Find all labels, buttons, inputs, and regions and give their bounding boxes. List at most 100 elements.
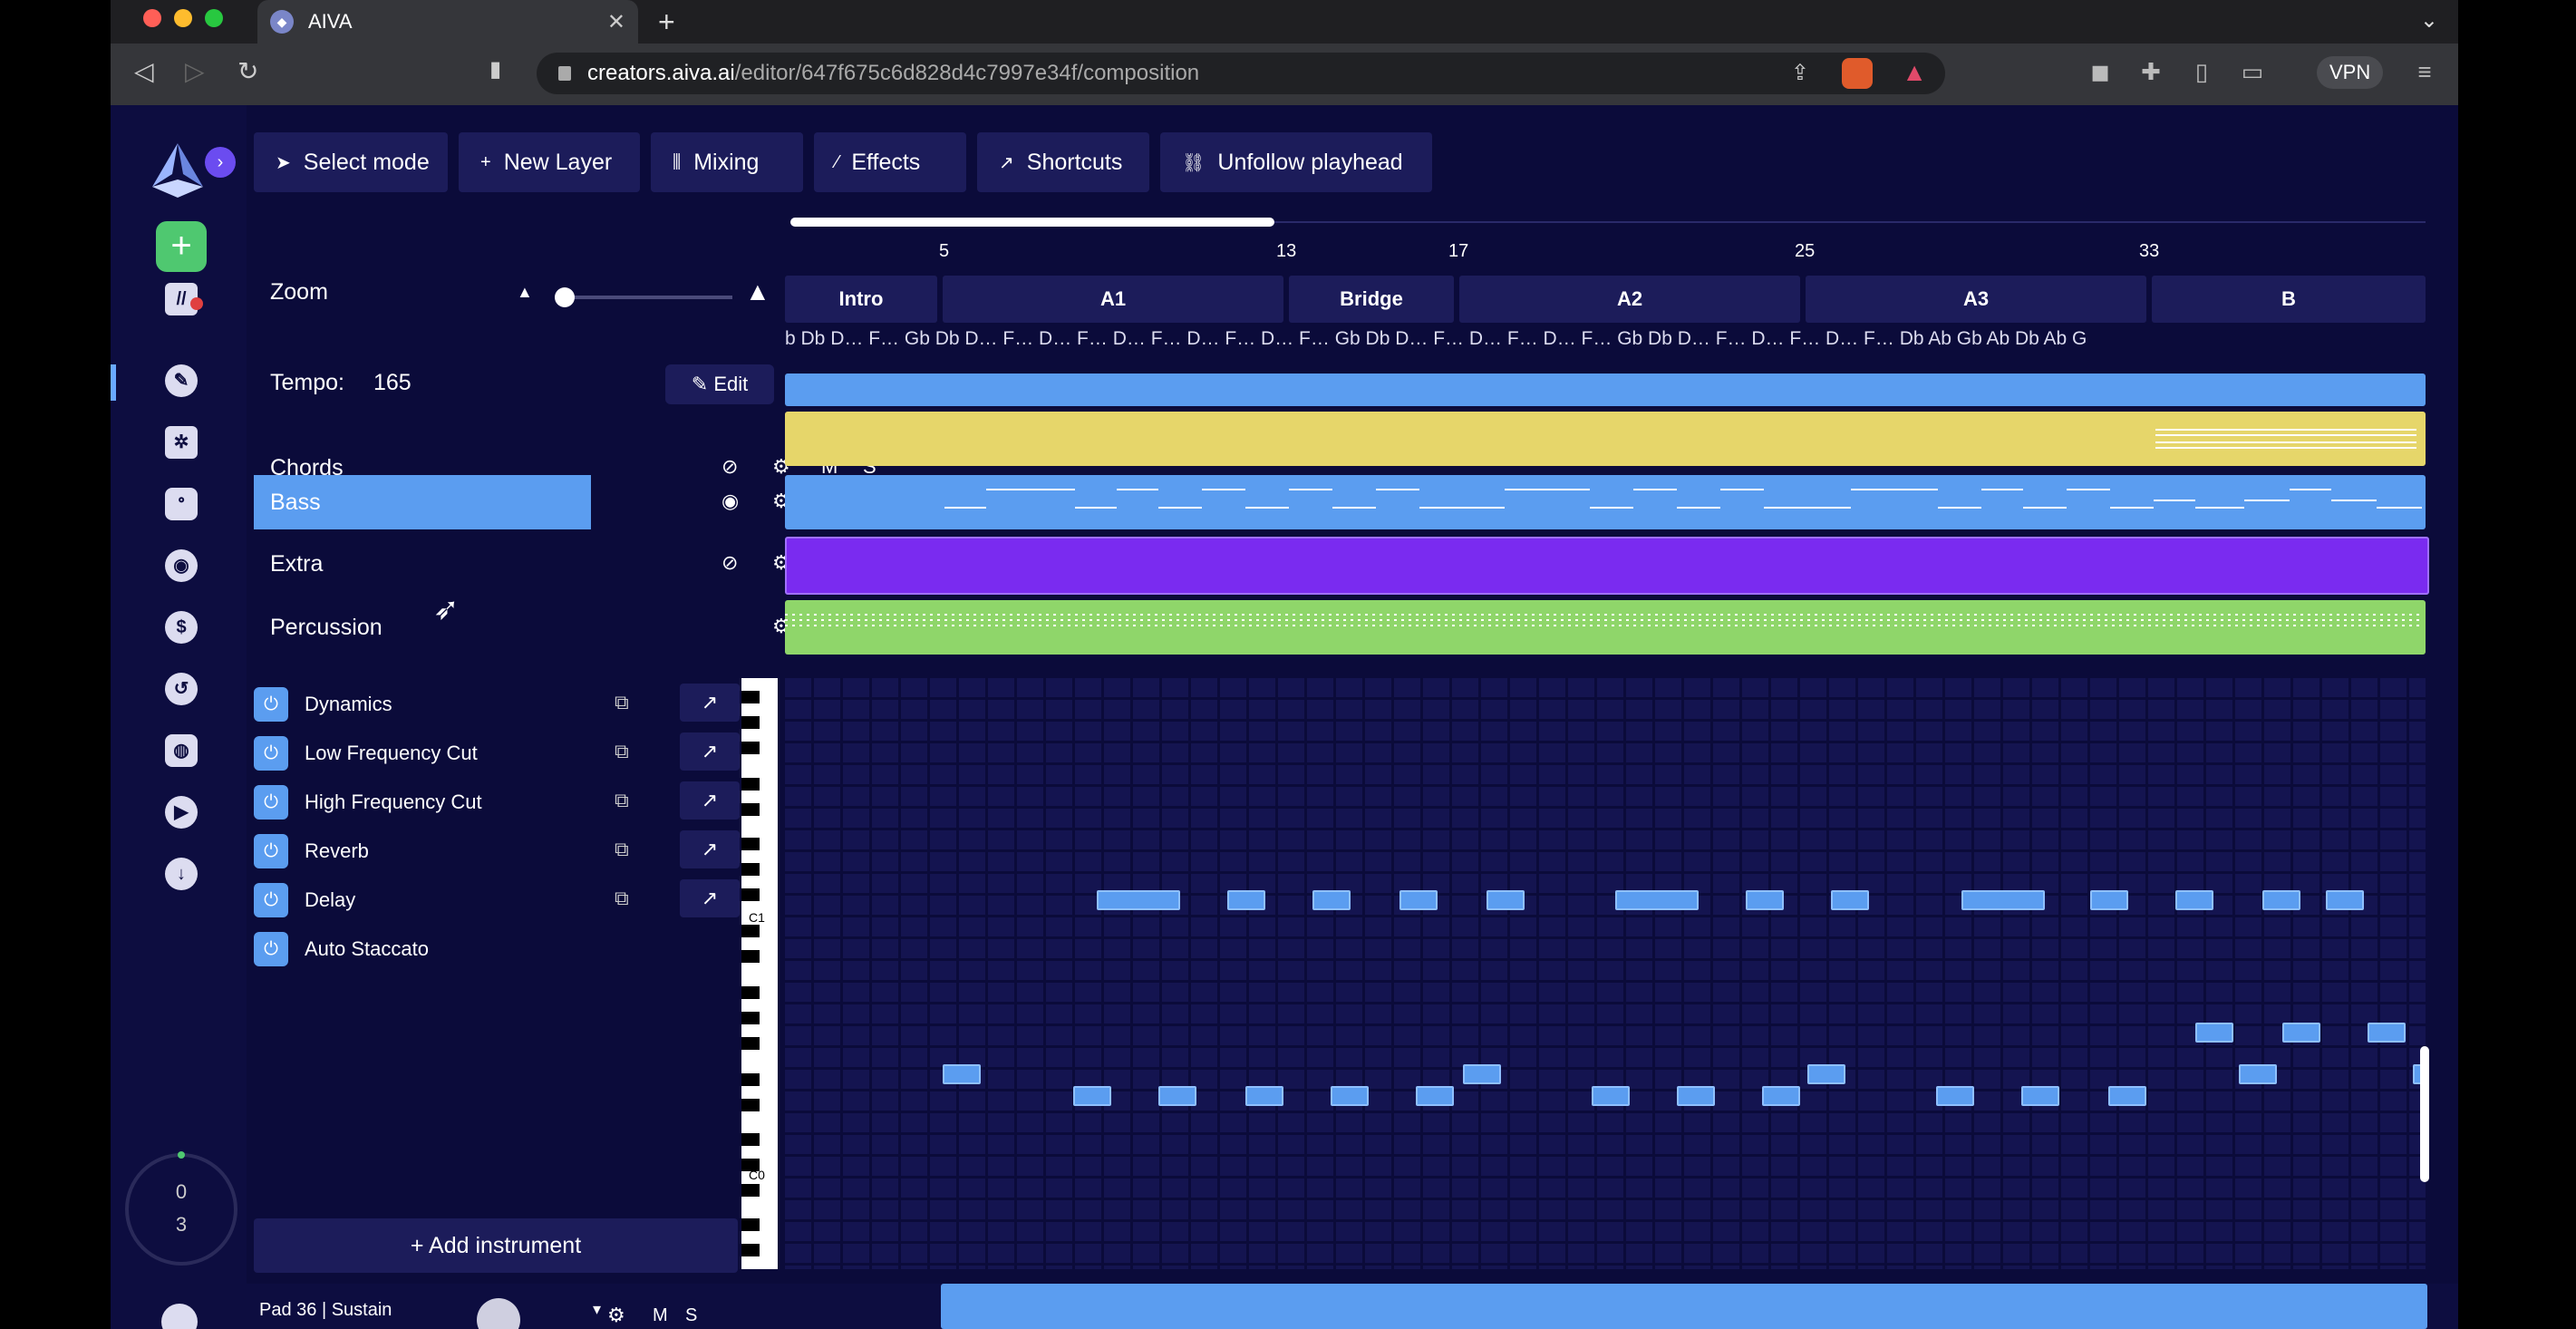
share-icon[interactable]: ⇪ xyxy=(1791,60,1809,86)
select-mode-button[interactable]: ➤ Select mode xyxy=(254,132,448,192)
note[interactable] xyxy=(2021,1086,2059,1106)
note[interactable] xyxy=(1487,890,1525,910)
section-b[interactable]: B xyxy=(2152,276,2426,323)
effect-reverb[interactable]: ⏻ Reverb ⧉ ↗ xyxy=(254,827,761,872)
note[interactable] xyxy=(2175,890,2213,910)
wallet-icon[interactable]: ▭ xyxy=(2239,58,2266,85)
note[interactable] xyxy=(1936,1086,1974,1106)
note[interactable] xyxy=(2326,890,2364,910)
master-lane[interactable] xyxy=(785,373,2426,406)
power-icon[interactable]: ⏻ xyxy=(254,687,288,722)
gear-icon[interactable]: ⚙ xyxy=(607,1304,625,1327)
chevron-down-icon[interactable]: ▾ xyxy=(593,1300,601,1319)
mixing-button[interactable]: ⫼ Mixing xyxy=(651,132,803,192)
note[interactable] xyxy=(1073,1086,1111,1106)
note[interactable] xyxy=(1158,1086,1196,1106)
zoom-out-icon[interactable]: ▲ xyxy=(517,283,533,302)
note[interactable] xyxy=(2368,1023,2406,1043)
copy-icon[interactable]: ⧉ xyxy=(615,887,629,910)
eye-icon[interactable]: ◉ xyxy=(721,490,739,513)
note[interactable] xyxy=(2282,1023,2320,1043)
lane-extra[interactable] xyxy=(785,537,2429,595)
effect-high-frequency-cut[interactable]: ⏻ High Frequency Cut ⧉ ↗ xyxy=(254,778,761,823)
instrument-preset-select[interactable]: Pad 36 | Sustain xyxy=(259,1300,392,1321)
note[interactable] xyxy=(2108,1086,2146,1106)
zoom-slider-track[interactable] xyxy=(558,296,732,299)
automation-icon[interactable]: ↗ xyxy=(680,684,740,722)
section-a3[interactable]: A3 xyxy=(1806,276,2146,323)
note[interactable] xyxy=(1807,1064,1845,1084)
close-window-button[interactable] xyxy=(143,9,161,27)
bookmark-icon[interactable]: ▮ xyxy=(489,56,501,82)
new-tab-icon[interactable]: + xyxy=(658,5,675,39)
zoom-in-icon[interactable]: ▲ xyxy=(745,277,770,306)
section-bridge[interactable]: Bridge xyxy=(1289,276,1454,323)
lane-percussion[interactable] xyxy=(785,600,2426,655)
note[interactable] xyxy=(2262,890,2300,910)
vertical-scroll-thumb[interactable] xyxy=(2420,1046,2429,1182)
new-layer-button[interactable]: + New Layer xyxy=(459,132,640,192)
history-icon[interactable]: ↺ xyxy=(165,673,198,705)
volume-knob[interactable] xyxy=(477,1298,520,1329)
copy-icon[interactable]: ⧉ xyxy=(615,838,629,861)
tutorial-icon[interactable]: ▶ xyxy=(165,796,198,829)
pricing-icon[interactable]: $ xyxy=(165,611,198,644)
automation-icon[interactable]: ↗ xyxy=(680,879,740,917)
track-percussion[interactable]: Percussion ⚙ M S xyxy=(254,600,876,655)
power-icon[interactable]: ⏻ xyxy=(254,834,288,868)
automation-icon[interactable]: ↗ xyxy=(680,781,740,820)
new-composition-button[interactable]: + xyxy=(156,221,207,272)
influences-icon[interactable]: ᐤ xyxy=(165,488,198,520)
radio-icon[interactable]: ◉ xyxy=(165,549,198,582)
add-instrument-button[interactable]: + Add instrument xyxy=(254,1218,738,1273)
solo-button[interactable]: S xyxy=(685,1305,697,1326)
note[interactable] xyxy=(1245,1086,1283,1106)
power-icon[interactable]: ⏻ xyxy=(254,883,288,917)
download-icon[interactable]: ↓ xyxy=(165,858,198,890)
note[interactable] xyxy=(1831,890,1869,910)
maximize-window-button[interactable] xyxy=(205,9,223,27)
vpn-button[interactable]: VPN xyxy=(2317,56,2384,89)
note[interactable] xyxy=(1592,1086,1630,1106)
note[interactable] xyxy=(1227,890,1265,910)
zoom-slider-thumb[interactable] xyxy=(555,287,575,307)
note[interactable] xyxy=(2195,1023,2233,1043)
note[interactable] xyxy=(2239,1064,2277,1084)
effect-dynamics[interactable]: ⏻ Dynamics ⧉ ↗ xyxy=(254,680,761,725)
effect-auto-staccato[interactable]: ⏻ Auto Staccato xyxy=(254,925,761,970)
sidebar-icon[interactable]: ▯ xyxy=(2188,58,2215,85)
browser-tab[interactable]: ◆ AIVA ✕ xyxy=(257,0,638,44)
automation-icon[interactable]: ↗ xyxy=(680,732,740,771)
note[interactable] xyxy=(1312,890,1351,910)
url-field[interactable]: creators.aiva.ai/editor/647f675c6d828d4c… xyxy=(537,53,1945,94)
discord-icon[interactable]: ◍ xyxy=(165,734,198,767)
note[interactable] xyxy=(1463,1064,1501,1084)
section-a2[interactable]: A2 xyxy=(1459,276,1800,323)
note[interactable] xyxy=(1746,890,1784,910)
copy-icon[interactable]: ⧉ xyxy=(615,691,629,714)
back-icon[interactable]: ◁ xyxy=(134,56,154,86)
lane-chords[interactable] xyxy=(785,412,2426,466)
effect-delay[interactable]: ⏻ Delay ⧉ ↗ xyxy=(254,876,761,921)
note[interactable] xyxy=(1762,1086,1800,1106)
minimize-window-button[interactable] xyxy=(174,9,192,27)
instrument-clip[interactable] xyxy=(941,1284,2427,1329)
copy-icon[interactable]: ⧉ xyxy=(615,789,629,812)
note[interactable] xyxy=(1677,1086,1715,1106)
note[interactable] xyxy=(1399,890,1438,910)
editor-icon[interactable]: ✎ xyxy=(165,364,198,397)
shortcuts-button[interactable]: ↗ Shortcuts xyxy=(977,132,1149,192)
reload-icon[interactable]: ↻ xyxy=(237,56,258,86)
note[interactable] xyxy=(1097,890,1180,910)
browser-menu-icon[interactable]: ≡ xyxy=(2411,58,2438,85)
note[interactable] xyxy=(943,1064,981,1084)
note[interactable] xyxy=(2090,890,2128,910)
lane-bass[interactable] xyxy=(785,475,2426,529)
note[interactable] xyxy=(1961,890,2045,910)
effect-low-frequency-cut[interactable]: ⏻ Low Frequency Cut ⧉ ↗ xyxy=(254,729,761,774)
hidden-eye-icon[interactable]: ⊘ xyxy=(721,551,738,575)
brave-rewards-icon[interactable]: ▲ xyxy=(1902,58,1927,87)
timeline-scroll-thumb[interactable] xyxy=(790,218,1274,227)
track-extra[interactable]: Extra ⊘ ⚙ M S xyxy=(254,537,876,591)
copy-icon[interactable]: ⧉ xyxy=(615,740,629,763)
